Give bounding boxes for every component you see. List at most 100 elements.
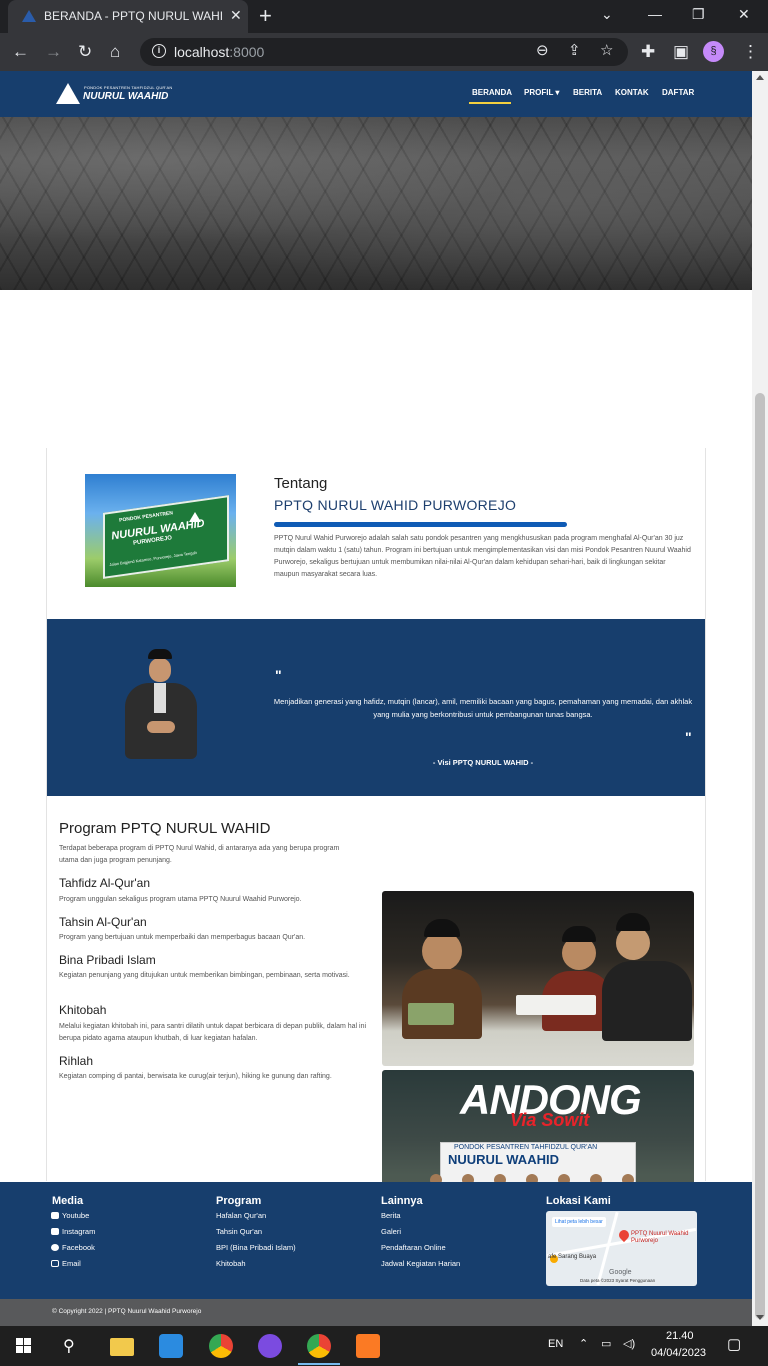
back-icon[interactable]: ← (12, 42, 29, 62)
email-icon (51, 1260, 59, 1267)
footer-other-link[interactable]: Pendaftaran Online (381, 1243, 446, 1252)
scroll-down-icon[interactable] (756, 1315, 764, 1320)
founder-photo (123, 649, 199, 759)
program-name: Bina Pribadi Islam (59, 953, 156, 967)
close-tab-icon[interactable]: ✕ (230, 7, 242, 24)
program-desc: Melalui kegiatan khitobah ini, para sant… (59, 1023, 367, 1042)
nav-active-indicator (469, 102, 511, 104)
vision-text: Menjadikan generasi yang hafidz, mutqin … (273, 697, 693, 719)
profile-avatar[interactable]: § (703, 41, 724, 62)
clock-time[interactable]: 21.40 (666, 1330, 694, 1342)
notifications-icon[interactable]: ▢ (727, 1335, 741, 1353)
side-panel-icon[interactable]: ▣ (673, 42, 689, 62)
google-logo: Google (609, 1269, 632, 1276)
programs-intro: Terdapat beberapa program di PPTQ Nurul … (59, 845, 340, 864)
copyright-bar: © Copyright 2022 | PPTQ Nuurul Waahid Pu… (0, 1299, 752, 1326)
about-subheading: PPTQ NURUL WAHID PURWOREJO (274, 497, 517, 513)
program-name: Tahfidz Al-Qur'an (59, 876, 151, 890)
program-desc: Kegiatan comping di pantai, berwisata ke… (59, 1073, 332, 1080)
windows-start-icon[interactable] (16, 1338, 32, 1354)
chrome-profile-icon[interactable] (307, 1334, 331, 1358)
footer-program-heading: Program (216, 1195, 262, 1207)
logo-tagline: PONDOK PESANTREN TAHFIDZUL QUR'AN (84, 85, 173, 90)
photo-banner-tagline: PONDOK PESANTREN TAHFIDZUL QUR'AN (454, 1144, 598, 1151)
scroll-thumb[interactable] (755, 393, 765, 1319)
footer-program-link[interactable]: Tahsin Qur'an (216, 1227, 262, 1236)
nav-kontak[interactable]: KONTAK (615, 88, 649, 97)
page-scrollbar[interactable] (752, 71, 768, 1326)
forward-icon[interactable]: → (45, 42, 62, 62)
search-icon[interactable]: ⚲ (63, 1336, 75, 1356)
menu-dots-icon[interactable]: ⋮ (742, 42, 759, 62)
canva-icon[interactable] (258, 1334, 282, 1358)
nav-berita[interactable]: BERITA (573, 88, 602, 97)
extensions-icon[interactable]: ✚ (641, 42, 655, 62)
programs-title: Program PPTQ NURUL WAHID (59, 820, 271, 837)
nav-beranda[interactable]: BERANDA (472, 88, 512, 97)
windows-taskbar: ⚲ EN ⌃ ▭ ◁) 21.40 04/04/2023 ▢ (0, 1326, 768, 1366)
zoom-icon[interactable]: ⊖ (536, 41, 549, 61)
youtube-icon (51, 1212, 59, 1219)
restore-button[interactable]: ❐ (692, 6, 705, 23)
footer-other-link[interactable]: Galeri (381, 1227, 401, 1236)
map-larger-link[interactable]: Lihat peta lebih besar (552, 1217, 606, 1227)
footer-location-heading: Lokasi Kami (546, 1195, 611, 1207)
scroll-up-icon[interactable] (756, 75, 764, 80)
tab-title: BERANDA - PPTQ NURUL WAHID (44, 9, 224, 23)
vscode-icon[interactable] (159, 1334, 183, 1358)
site-footer: Media Youtube Instagram Facebook Email P… (0, 1182, 752, 1299)
browser-tab[interactable]: BERANDA - PPTQ NURUL WAHID ✕ (8, 0, 248, 33)
nav-daftar[interactable]: DAFTAR (662, 88, 694, 97)
close-window-button[interactable]: ✕ (738, 6, 750, 23)
clock-date[interactable]: 04/04/2023 (651, 1347, 706, 1359)
footer-instagram-link[interactable]: Instagram (51, 1227, 95, 1236)
xampp-icon[interactable] (356, 1334, 380, 1358)
footer-other-link[interactable]: Berita (381, 1211, 401, 1220)
about-heading: Tentang (274, 475, 328, 492)
site-navbar: PONDOK PESANTREN TAHFIDZUL QUR'AN NUURUL… (0, 71, 752, 117)
map-poi-label: afe Sarang Buaya (548, 1254, 597, 1260)
footer-other-heading: Lainnya (381, 1195, 423, 1207)
active-app-indicator (298, 1363, 340, 1365)
footer-program-link[interactable]: Hafalan Qur'an (216, 1211, 266, 1220)
url-text[interactable]: localhost:8000 (174, 44, 264, 60)
browser-tab-strip: BERANDA - PPTQ NURUL WAHID ✕ + ⌄ — ❐ ✕ (0, 0, 768, 33)
copyright-text: © Copyright 2022 | PPTQ Nuurul Waahid Pu… (52, 1308, 202, 1315)
program-desc: Program yang bertujuan untuk memperbaiki… (59, 934, 306, 941)
program-name: Rihlah (59, 1054, 94, 1068)
page-viewport: PONDOK PESANTREN TAHFIDZUL QUR'AN NUURUL… (0, 71, 752, 1326)
map-place-label: PPTQ Nuurul Waahid Purworejo (631, 1231, 689, 1244)
footer-program-link[interactable]: Khitobah (216, 1259, 246, 1268)
tab-search-icon[interactable]: ⌄ (601, 6, 613, 23)
nav-profil[interactable]: PROFIL ▾ (524, 88, 559, 97)
footer-program-link[interactable]: BPI (Bina Pribadi Islam) (216, 1243, 296, 1252)
about-text: PPTQ Nurul Wahid Purworejo adalah salah … (274, 535, 691, 578)
photo-subtitle-text: Via Sowit (510, 1110, 590, 1130)
minimize-button[interactable]: — (648, 6, 662, 22)
location-map[interactable]: Lihat peta lebih besar PPTQ Nuurul Waahi… (546, 1211, 697, 1286)
address-bar[interactable]: i localhost:8000 ⊖ ⇪ ☆ (140, 38, 628, 66)
footer-other-link[interactable]: Jadwal Kegiatan Harian (381, 1259, 460, 1268)
bookmark-star-icon[interactable]: ☆ (600, 41, 613, 61)
footer-email-link[interactable]: Email (51, 1259, 81, 1268)
about-photo: PONDOK PESANTREN NUURUL WAAHID PURWOREJO… (85, 474, 236, 587)
chrome-icon[interactable] (209, 1334, 233, 1358)
new-tab-button[interactable]: + (259, 3, 272, 29)
home-icon[interactable]: ⌂ (110, 42, 120, 62)
program-photo-study (382, 891, 694, 1066)
network-icon[interactable]: ▭ (601, 1337, 611, 1350)
language-indicator[interactable]: EN (548, 1338, 563, 1350)
program-desc: Kegiatan penunjang yang ditujukan untuk … (59, 972, 350, 979)
tray-chevron-icon[interactable]: ⌃ (579, 1337, 588, 1350)
program-name: Khitobah (59, 1003, 107, 1017)
photo-banner-text: NUURUL WAAHID (448, 1152, 559, 1167)
footer-facebook-link[interactable]: Facebook (51, 1243, 95, 1252)
site-info-icon[interactable]: i (152, 44, 166, 58)
file-explorer-icon[interactable] (110, 1338, 134, 1356)
reload-icon[interactable]: ↻ (78, 42, 92, 62)
footer-youtube-link[interactable]: Youtube (51, 1211, 89, 1220)
map-credit: Data peta ©2023 Syarat Penggunaan (580, 1278, 656, 1283)
content-card: PONDOK PESANTREN NUURUL WAAHID PURWOREJO… (46, 448, 706, 1245)
volume-icon[interactable]: ◁) (623, 1337, 635, 1350)
share-icon[interactable]: ⇪ (568, 41, 581, 61)
